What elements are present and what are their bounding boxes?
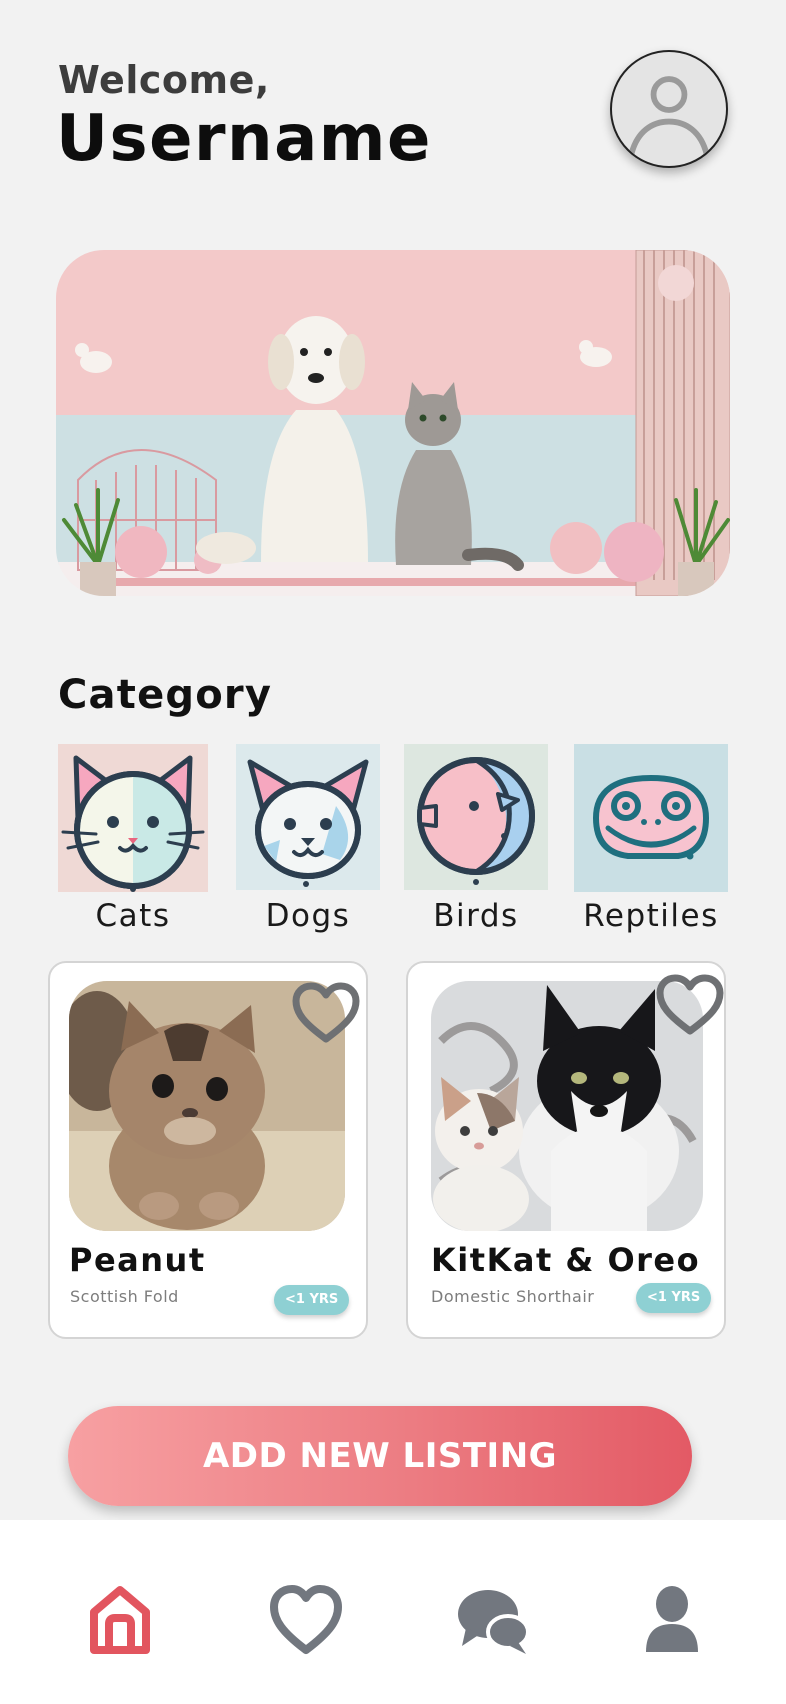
heart-outline-icon[interactable] bbox=[654, 973, 726, 1039]
reptile-icon bbox=[574, 744, 728, 892]
listing-card[interactable]: KitKat & Oreo Domestic Shorthair <1 YRS bbox=[406, 961, 726, 1339]
pet-breed: Scottish Fold bbox=[70, 1287, 179, 1306]
category-cats[interactable]: Cats bbox=[58, 744, 208, 934]
nav-profile[interactable] bbox=[632, 1580, 712, 1660]
add-new-listing-button[interactable]: ADD NEW LISTING bbox=[68, 1406, 692, 1506]
nav-favorites[interactable] bbox=[266, 1580, 346, 1660]
bird-icon bbox=[404, 744, 548, 890]
age-badge: <1 YRS bbox=[274, 1285, 350, 1315]
category-birds[interactable]: Birds bbox=[404, 744, 548, 934]
nav-messages[interactable] bbox=[454, 1580, 534, 1660]
category-label-dogs: Dogs bbox=[265, 898, 351, 934]
age-badge: <1 YRS bbox=[636, 1283, 712, 1313]
chat-icon bbox=[458, 1590, 530, 1654]
person-icon bbox=[646, 1586, 698, 1652]
pet-name: KitKat & Oreo bbox=[431, 1241, 701, 1279]
heart-outline-icon[interactable] bbox=[290, 981, 362, 1047]
username-title: Username bbox=[56, 102, 432, 176]
welcome-text: Welcome, bbox=[58, 58, 270, 102]
hero-banner-image bbox=[56, 250, 730, 596]
category-label-birds: Birds bbox=[433, 898, 519, 934]
dog-icon bbox=[236, 744, 380, 890]
category-label-reptiles: Reptiles bbox=[583, 898, 719, 934]
cat-icon bbox=[58, 744, 208, 892]
nav-home[interactable] bbox=[80, 1580, 160, 1660]
home-icon bbox=[90, 1586, 150, 1654]
heart-icon bbox=[270, 1585, 342, 1654]
user-avatar-icon bbox=[628, 76, 710, 158]
pet-name: Peanut bbox=[69, 1241, 206, 1279]
user-avatar-button[interactable] bbox=[610, 50, 728, 168]
category-reptiles[interactable]: Reptiles bbox=[574, 744, 728, 934]
category-label-cats: Cats bbox=[95, 898, 171, 934]
category-dogs[interactable]: Dogs bbox=[236, 744, 380, 934]
category-heading: Category bbox=[58, 672, 273, 718]
listing-card[interactable]: Peanut Scottish Fold <1 YRS bbox=[48, 961, 368, 1339]
pet-breed: Domestic Shorthair bbox=[431, 1287, 595, 1306]
bottom-navigation bbox=[0, 1520, 786, 1704]
